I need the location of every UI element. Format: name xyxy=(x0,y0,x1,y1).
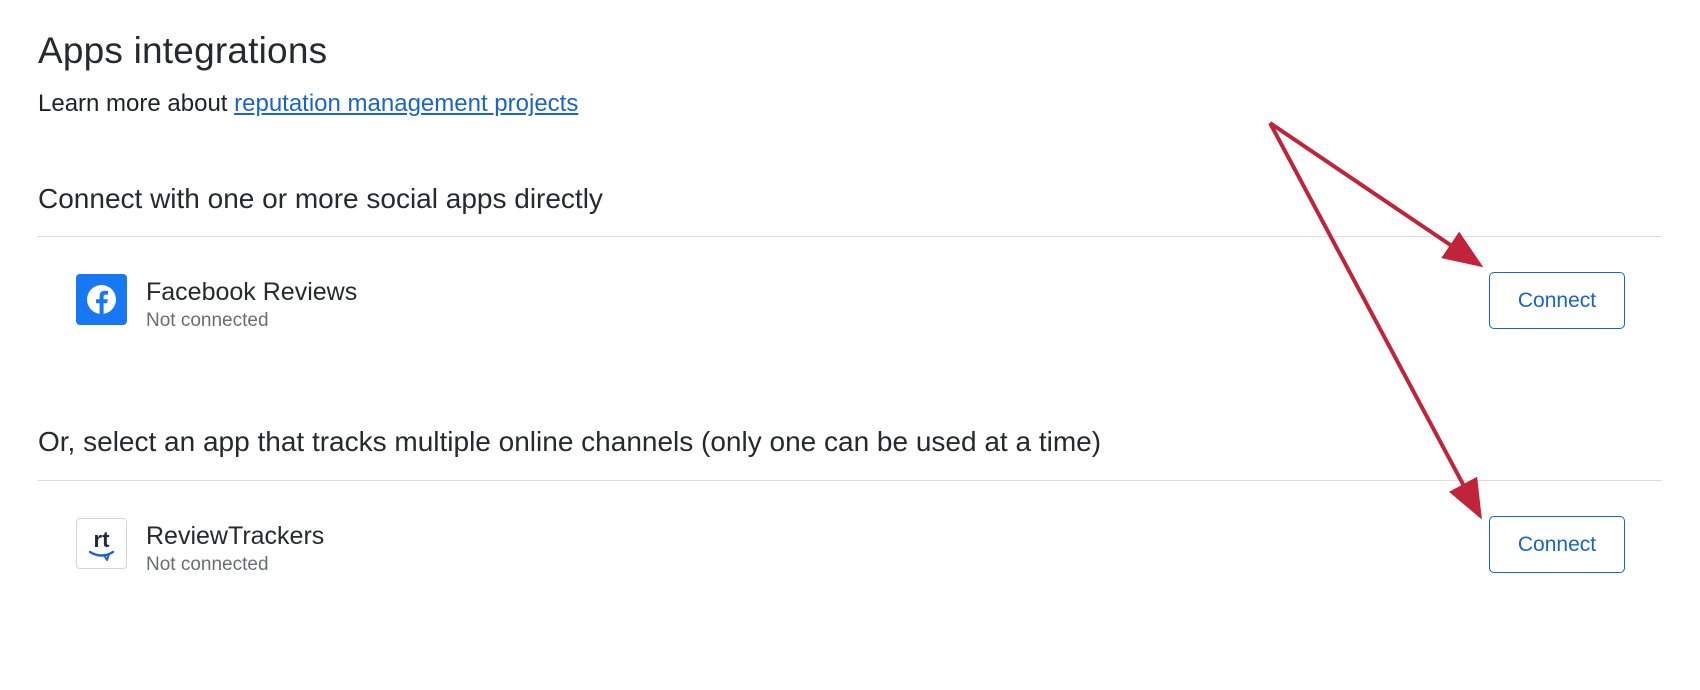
section-divider xyxy=(38,236,1662,237)
facebook-icon xyxy=(76,274,127,325)
intro-prefix: Learn more about xyxy=(38,90,235,117)
page-title: Apps integrations xyxy=(38,30,328,71)
reviewtrackers-icon: rt xyxy=(76,518,127,569)
connect-reviewtrackers-button[interactable]: Connect xyxy=(1489,516,1625,573)
app-name: Facebook Reviews xyxy=(146,278,358,306)
app-row-reviewtrackers: rt ReviewTrackers Not connected Connect xyxy=(76,516,1626,575)
annotation-arrow-to-facebook-connect xyxy=(1268,121,1484,268)
intro-text: Learn more about reputation management p… xyxy=(38,90,578,118)
section-heading-social-apps: Connect with one or more social apps dir… xyxy=(38,183,603,214)
section-heading-multi-channel-apps: Or, select an app that tracks multiple o… xyxy=(38,426,1102,457)
reputation-management-link[interactable]: reputation management projects xyxy=(234,90,578,117)
app-row-facebook-reviews: Facebook Reviews Not connected Connect xyxy=(76,272,1626,331)
reviewtrackers-logo-text: rt xyxy=(94,527,111,552)
app-status: Not connected xyxy=(146,554,269,575)
app-name: ReviewTrackers xyxy=(146,522,325,550)
app-status: Not connected xyxy=(146,310,269,331)
connect-facebook-button[interactable]: Connect xyxy=(1489,272,1625,329)
section-divider xyxy=(38,480,1662,481)
